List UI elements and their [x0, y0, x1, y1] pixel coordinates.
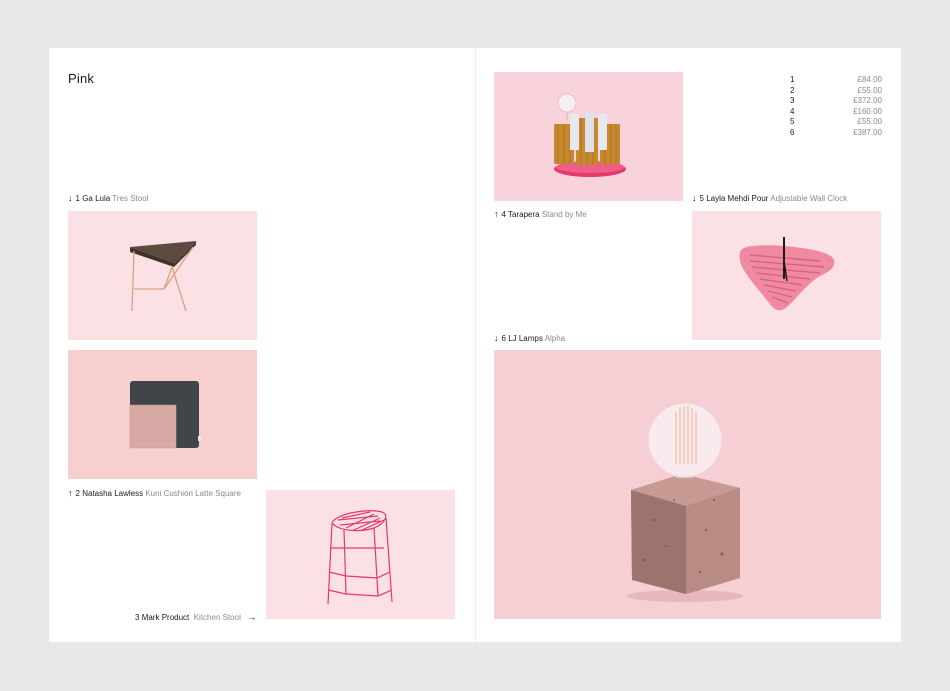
product-image-tres-stool[interactable] — [68, 211, 257, 340]
caption-product-3: 3 Mark Product Kitchen Stool → — [135, 612, 257, 622]
price-row: 6 £387.00 — [790, 127, 882, 137]
price-list: 1 £84.00 2 £55.00 3 £372.00 4 £160.00 5 £55.0… — [790, 75, 882, 139]
caption-product-1: ↓ 1 Ga Lula Tres Stool — [68, 193, 149, 203]
arrow-up-icon: ↑ — [494, 209, 499, 219]
price-row: 2 £55.00 — [790, 85, 882, 95]
arrow-down-icon: ↓ — [68, 193, 73, 203]
product-image-kitchen-stool[interactable] — [266, 490, 455, 619]
arrow-up-icon: ↑ — [68, 488, 73, 498]
arrow-down-icon: ↓ — [692, 193, 697, 203]
price-row: 1 £84.00 — [790, 75, 882, 84]
arrow-right-icon: → — [247, 612, 257, 622]
price-row: 5 £55.00 — [790, 117, 882, 127]
caption-product-6: ↓ 6 LJ Lamps Alpha — [494, 333, 566, 343]
page-gutter — [475, 48, 476, 642]
arrow-down-icon: ↓ — [494, 333, 499, 343]
price-row: 3 £372.00 — [790, 96, 882, 106]
product-image-kuni-cushion[interactable] — [68, 350, 257, 479]
caption-product-4: ↑ 4 Tarapera Stand by Me — [494, 209, 587, 219]
caption-product-5: ↓ 5 Layla Mehdi Pour Adjustable Wall Cloc… — [692, 193, 848, 203]
caption-product-2: ↑ 2 Natasha Lawless Kuni Cushion Latte Sq… — [68, 488, 241, 498]
product-image-wall-clock[interactable] — [692, 211, 881, 340]
product-image-stand-by-me[interactable] — [494, 72, 683, 201]
price-row: 4 £160.00 — [790, 106, 882, 116]
product-image-alpha-lamp[interactable] — [494, 350, 881, 619]
page-title: Pink — [68, 71, 95, 86]
